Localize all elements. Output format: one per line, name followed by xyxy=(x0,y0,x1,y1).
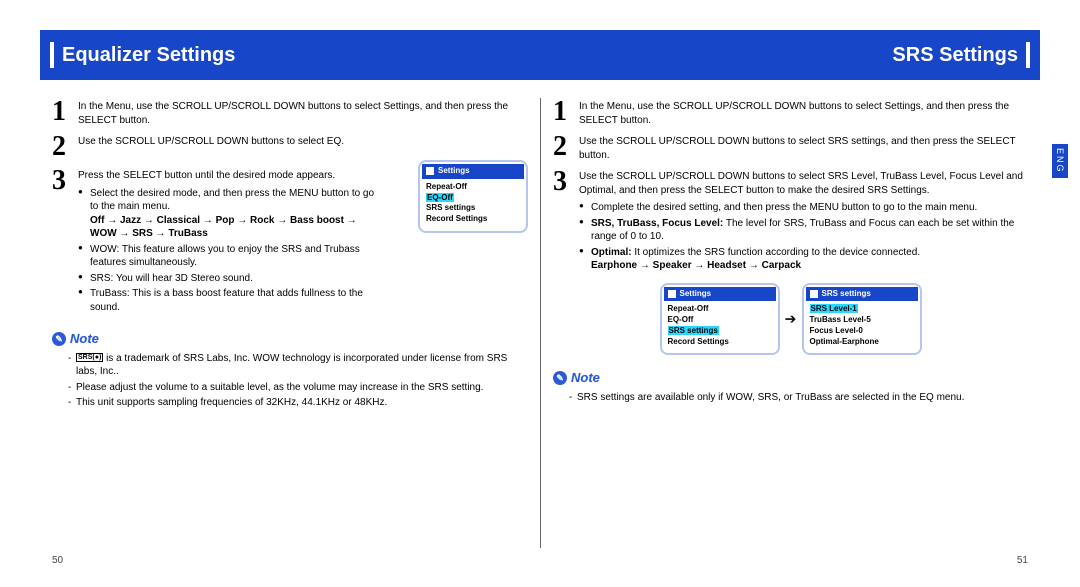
header-pipe-left xyxy=(50,42,54,68)
device-title: Settings xyxy=(664,287,776,302)
optimal-sequence: Earphone → Speaker → Headset → Carpack xyxy=(591,260,801,271)
device-row: Record Settings xyxy=(668,337,772,348)
bullet: TruBass: This is a bass boost feature th… xyxy=(78,287,378,314)
step-number: 2 xyxy=(52,133,70,161)
header-left-title: Equalizer Settings xyxy=(62,42,235,69)
device-row-highlight: SRS Level-1 xyxy=(810,304,914,315)
bullet: Select the desired mode, and then press … xyxy=(78,187,378,241)
step-text: In the Menu, use the SCROLL UP/SCROLL DO… xyxy=(78,98,528,127)
step-text: In the Menu, use the SCROLL UP/SCROLL DO… xyxy=(579,98,1028,127)
bullet: WOW: This feature allows you to enjoy th… xyxy=(78,243,378,270)
bullet: SRS: You will hear 3D Stereo sound. xyxy=(78,272,378,286)
note-label: Note xyxy=(571,369,600,387)
page-number-left: 50 xyxy=(52,554,63,568)
step-number: 1 xyxy=(553,98,571,127)
device-row: SRS settings xyxy=(426,203,520,214)
device-row-highlight: EQ-Off xyxy=(426,193,520,204)
header-pipe-right xyxy=(1026,42,1030,68)
note-item: This unit supports sampling frequencies … xyxy=(68,396,528,410)
step-text: Use the SCROLL UP/SCROLL DOWN buttons to… xyxy=(579,133,1028,162)
header-right-title: SRS Settings xyxy=(892,42,1018,69)
bullet: Optimal: It optimizes the SRS function a… xyxy=(579,246,1028,273)
note-icon: ✎ xyxy=(52,332,66,346)
device-title: SRS settings xyxy=(806,287,918,302)
step-text: Use the SCROLL UP/SCROLL DOWN buttons to… xyxy=(579,171,1023,196)
eq-mode-sequence: Off → Jazz → Classical → Pop → Rock → Ba… xyxy=(90,215,357,240)
step-text: Press the SELECT button until the desire… xyxy=(78,170,335,181)
device-row: Repeat-Off xyxy=(668,304,772,315)
srs-logo-icon: SRS(●) xyxy=(76,353,103,362)
note-label: Note xyxy=(70,330,99,348)
device-row: TruBass Level-5 xyxy=(810,315,914,326)
device-row-highlight: SRS settings xyxy=(668,326,772,337)
note-item: SRS settings are available only if WOW, … xyxy=(569,391,1028,405)
header-bar: Equalizer Settings SRS Settings xyxy=(40,30,1040,80)
step-number: 3 xyxy=(553,168,571,275)
step-number: 1 xyxy=(52,98,70,127)
device-row: EQ-Off xyxy=(668,315,772,326)
step-text: Use the SCROLL UP/SCROLL DOWN buttons to… xyxy=(78,133,528,161)
device-row: Repeat-Off xyxy=(426,182,520,193)
note-item: Please adjust the volume to a suitable l… xyxy=(68,381,528,395)
device-row: Focus Level-0 xyxy=(810,326,914,337)
device-screenshot-settings: Settings Repeat-Off EQ-Off SRS settings … xyxy=(660,283,780,356)
step-number: 2 xyxy=(553,133,571,162)
page-number-right: 51 xyxy=(1017,554,1028,568)
language-tab: ENG xyxy=(1052,144,1068,178)
device-title: Settings xyxy=(422,164,524,179)
step-number: 3 xyxy=(52,167,70,316)
manual-spread: Equalizer Settings SRS Settings 1 In the… xyxy=(0,0,1080,587)
device-screenshot-eq: Settings Repeat-Off EQ-Off SRS settings … xyxy=(418,160,528,233)
right-column: ENG 1 In the Menu, use the SCROLL UP/SCR… xyxy=(540,98,1040,548)
note-icon: ✎ xyxy=(553,371,567,385)
device-row: Optimal-Earphone xyxy=(810,337,914,348)
device-screenshot-srs: SRS settings SRS Level-1 TruBass Level-5… xyxy=(802,283,922,356)
device-screenshots-row: Settings Repeat-Off EQ-Off SRS settings … xyxy=(553,283,1028,356)
note-item: SRS(●) is a trademark of SRS Labs, Inc. … xyxy=(68,352,528,379)
left-column: 1 In the Menu, use the SCROLL UP/SCROLL … xyxy=(40,98,540,548)
arrow-right-icon: ➔ xyxy=(785,309,797,328)
bullet: Complete the desired setting, and then p… xyxy=(579,201,1028,215)
device-row: Record Settings xyxy=(426,214,520,225)
bullet: SRS, TruBass, Focus Level: The level for… xyxy=(579,217,1028,244)
